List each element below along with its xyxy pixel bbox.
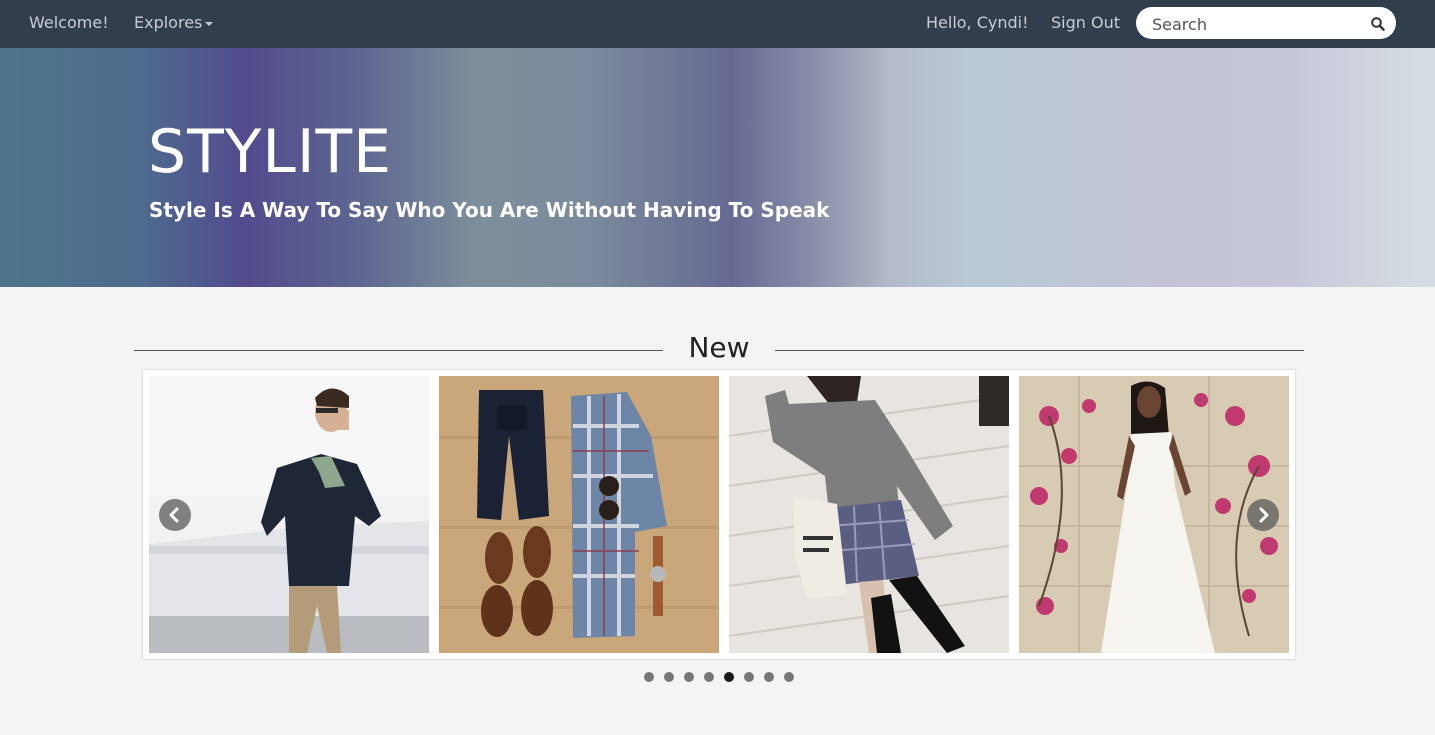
man-navy-blazer-photo — [149, 376, 429, 653]
carousel-photo-2[interactable] — [439, 376, 719, 653]
section-divider-left — [134, 350, 663, 351]
carousel-dot-5[interactable] — [724, 672, 734, 682]
search-input[interactable] — [1150, 7, 1364, 41]
carousel-dot-4[interactable] — [704, 672, 714, 682]
user-greeting-link[interactable]: Hello, Cyndi! — [926, 0, 1029, 48]
sign-out-link[interactable]: Sign Out — [1051, 0, 1120, 48]
carousel-pagination — [643, 672, 795, 684]
hero-banner: STYLITE Style Is A Way To Say Who You Ar… — [0, 48, 1435, 287]
carousel-next-button[interactable] — [1247, 499, 1279, 531]
caret-down-icon — [205, 21, 214, 26]
carousel-photo-1[interactable] — [149, 376, 429, 653]
search-box — [1136, 7, 1396, 41]
carousel-prev-button[interactable] — [159, 499, 191, 531]
section-divider-right — [775, 350, 1304, 351]
flat-lay-plaid-shirt-photo — [439, 376, 719, 653]
carousel-dot-2[interactable] — [664, 672, 674, 682]
chevron-right-icon — [1259, 507, 1269, 523]
carousel-dot-8[interactable] — [784, 672, 794, 682]
carousel-photo-3[interactable] — [729, 376, 1009, 653]
site-tagline: Style Is A Way To Say Who You Are Withou… — [149, 198, 830, 222]
carousel-dot-6[interactable] — [744, 672, 754, 682]
section-title: New — [688, 331, 750, 364]
grey-sweater-plaid-skirt-photo — [729, 376, 1009, 653]
chevron-left-icon — [169, 507, 179, 523]
top-navbar: Welcome! Explores Hello, Cyndi! Sign Out — [0, 0, 1435, 48]
carousel-dot-1[interactable] — [644, 672, 654, 682]
explores-label: Explores — [134, 13, 203, 32]
carousel-dot-7[interactable] — [764, 672, 774, 682]
explores-dropdown[interactable]: Explores — [134, 0, 214, 48]
welcome-link[interactable]: Welcome! — [29, 0, 109, 48]
carousel-dot-3[interactable] — [684, 672, 694, 682]
site-title: STYLITE — [148, 117, 393, 187]
search-icon[interactable] — [1370, 16, 1386, 32]
new-items-carousel — [143, 370, 1295, 659]
